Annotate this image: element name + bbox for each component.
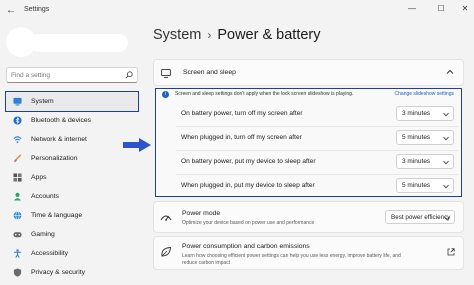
- power-mode-description: Optimize your device based on power use …: [182, 220, 315, 226]
- sidebar-item-privacy-security[interactable]: Privacy & security: [6, 263, 138, 282]
- sidebar-item-network[interactable]: Network & internet: [6, 130, 138, 149]
- dropdown-value: 5 minutes: [402, 182, 431, 189]
- sidebar-item-system[interactable]: System: [5, 91, 139, 112]
- plugged-screen-off-row: When plugged in, turn off my screen afte…: [176, 127, 458, 149]
- close-button[interactable]: ✕: [458, 3, 472, 15]
- search-icon: [125, 71, 133, 79]
- power-mode-icon: [160, 215, 172, 221]
- sidebar-item-accounts[interactable]: Accounts: [6, 187, 138, 206]
- sidebar-item-label: Gaming: [31, 231, 55, 238]
- bluetooth-icon: [13, 116, 22, 125]
- sidebar-item-label: Apps: [31, 174, 47, 181]
- globe-icon: [13, 211, 22, 220]
- sidebar-nav: System Bluetooth & devices Network & int…: [5, 91, 139, 282]
- dropdown-value: Best power efficiency: [391, 214, 451, 221]
- sidebar-item-accessibility[interactable]: Accessibility: [6, 244, 138, 263]
- sidebar-item-label: System: [31, 98, 54, 105]
- minimize-button[interactable]: —: [405, 3, 419, 15]
- carbon-title: Power consumption and carbon emissions: [182, 243, 310, 250]
- sidebar-item-label: Time & language: [31, 212, 83, 219]
- battery-screen-off-dropdown[interactable]: 3 minutes: [396, 106, 454, 121]
- apps-icon: [13, 173, 22, 182]
- breadcrumb-separator: ›: [207, 28, 212, 42]
- wifi-icon: [13, 136, 22, 144]
- external-link-icon[interactable]: [447, 248, 455, 256]
- system-icon: [13, 97, 22, 106]
- sidebar-item-label: Bluetooth & devices: [31, 117, 92, 124]
- account-name-redacted: [30, 34, 128, 52]
- info-icon: i: [162, 91, 169, 98]
- setting-label: When plugged in, put my device to sleep …: [181, 182, 315, 189]
- info-text: Screen and sleep settings don't apply wh…: [175, 91, 354, 97]
- sidebar-item-label: Personalization: [31, 155, 78, 162]
- app-title: Settings: [24, 6, 50, 13]
- power-mode-title: Power mode: [182, 210, 221, 217]
- sidebar-item-apps[interactable]: Apps: [6, 168, 138, 187]
- search-input[interactable]: [11, 70, 121, 81]
- back-button[interactable]: ←: [5, 5, 17, 17]
- screen-and-sleep-header[interactable]: Screen and sleep: [153, 59, 464, 86]
- chevron-down-icon: [443, 184, 449, 189]
- maximize-button[interactable]: ☐: [434, 3, 448, 15]
- screen-and-sleep-title: Screen and sleep: [183, 69, 236, 76]
- title-bar: ← Settings — ☐ ✕: [0, 0, 474, 22]
- account-profile[interactable]: [6, 24, 128, 62]
- accounts-icon: [13, 192, 22, 201]
- dropdown-value: 5 minutes: [402, 134, 431, 141]
- chevron-up-icon[interactable]: [446, 68, 454, 76]
- breadcrumb: System › Power & battery: [153, 27, 321, 43]
- plugged-sleep-row: When plugged in, put my device to sleep …: [176, 175, 458, 197]
- arrow-right-icon: [123, 138, 151, 152]
- sidebar-item-label: Privacy & security: [31, 269, 86, 276]
- setting-label: On battery power, put my device to sleep…: [181, 158, 316, 165]
- sidebar-item-personalization[interactable]: Personalization: [6, 149, 138, 168]
- power-mode-card: Power mode Optimize your device based on…: [153, 201, 464, 233]
- search-box[interactable]: [6, 67, 138, 83]
- monitor-icon: [161, 69, 171, 78]
- chevron-down-icon: [443, 136, 449, 141]
- chevron-down-icon: [443, 112, 449, 117]
- shield-icon: [13, 268, 22, 277]
- page-title: Power & battery: [217, 27, 321, 43]
- battery-screen-off-row: On battery power, turn off my screen aft…: [176, 103, 458, 125]
- setting-label: When plugged in, turn off my screen afte…: [181, 134, 302, 141]
- dropdown-value: 3 minutes: [402, 158, 431, 165]
- battery-sleep-row: On battery power, put my device to sleep…: [176, 151, 458, 173]
- sidebar-item-bluetooth[interactable]: Bluetooth & devices: [6, 111, 138, 130]
- battery-sleep-dropdown[interactable]: 3 minutes: [396, 154, 454, 169]
- chevron-down-icon: [443, 160, 449, 165]
- chevron-down-icon: [444, 216, 450, 221]
- sidebar-item-gaming[interactable]: Gaming: [6, 225, 138, 244]
- change-slideshow-settings-link[interactable]: Change slideshow settings: [395, 91, 454, 97]
- dropdown-value: 3 minutes: [402, 110, 431, 117]
- sidebar-item-time-language[interactable]: Time & language: [6, 206, 138, 225]
- carbon-description: Learn how choosing efficient power setti…: [182, 253, 401, 266]
- setting-label: On battery power, turn off my screen aft…: [181, 110, 303, 117]
- brush-icon: [14, 154, 22, 163]
- accessibility-icon: [13, 249, 22, 258]
- slideshow-info-bar: i Screen and sleep settings don't apply …: [156, 89, 461, 100]
- carbon-emissions-card[interactable]: Power consumption and carbon emissions L…: [153, 236, 464, 270]
- plugged-sleep-dropdown[interactable]: 5 minutes: [396, 178, 454, 193]
- screen-and-sleep-settings: i Screen and sleep settings don't apply …: [155, 88, 462, 197]
- power-mode-dropdown[interactable]: Best power efficiency: [385, 210, 455, 224]
- sidebar-item-label: Network & internet: [31, 136, 87, 143]
- sidebar-item-label: Accessibility: [31, 250, 69, 257]
- breadcrumb-system[interactable]: System: [153, 27, 201, 43]
- sidebar-item-label: Accounts: [31, 193, 59, 200]
- plugged-screen-off-dropdown[interactable]: 5 minutes: [396, 130, 454, 145]
- leaf-icon: [161, 247, 171, 257]
- gaming-icon: [13, 232, 22, 238]
